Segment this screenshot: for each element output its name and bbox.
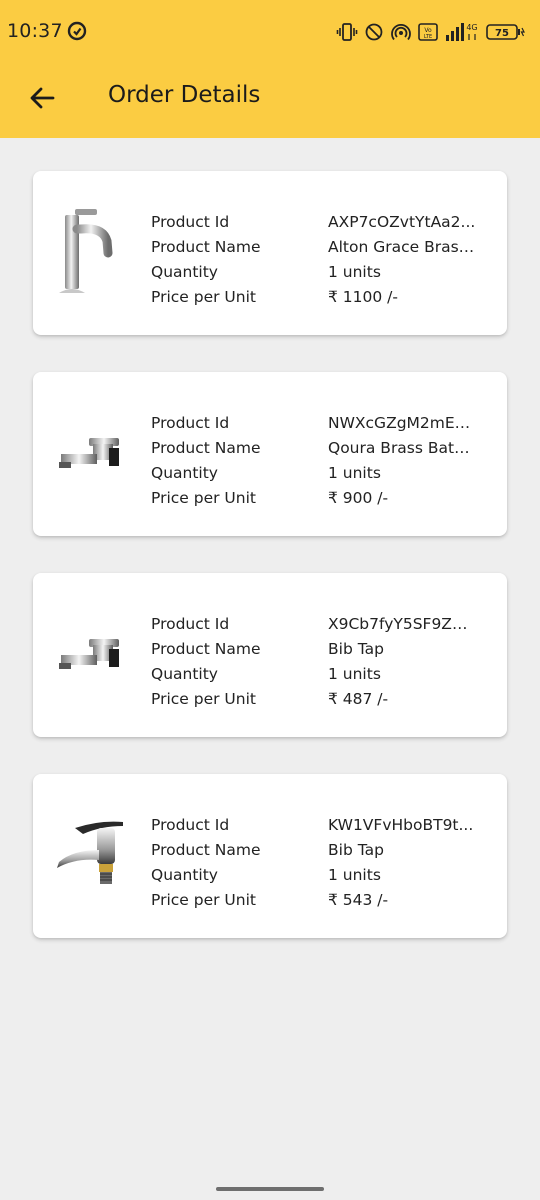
quantity-label: Quantity (151, 664, 218, 683)
svg-text:LTE: LTE (424, 34, 432, 40)
price-label: Price per Unit (151, 287, 256, 306)
do-not-disturb-icon (365, 23, 383, 41)
quantity-label: Quantity (151, 262, 218, 281)
product-name-row: Product Name Qoura Brass Bathr... (151, 435, 491, 460)
app-bar: Order Details (0, 60, 540, 138)
product-details: Product Id X9Cb7fyY5SF9ZN... Product Nam… (151, 611, 491, 711)
product-name-value: Qoura Brass Bathr... (328, 438, 478, 457)
product-name-label: Product Name (151, 438, 261, 457)
back-button[interactable] (22, 78, 62, 118)
quantity-value: 1 units (328, 262, 381, 281)
product-name-value: Bib Tap (328, 639, 384, 658)
price-row: Price per Unit ₹ 487 /- (151, 686, 491, 711)
product-id-label: Product Id (151, 212, 230, 231)
product-name-row: Product Name Bib Tap (151, 636, 491, 661)
bib-tap-square-icon (59, 438, 119, 468)
price-value: ₹ 487 /- (328, 689, 389, 708)
product-name-label: Product Name (151, 237, 261, 256)
price-row: Price per Unit ₹ 900 /- (151, 485, 491, 510)
product-name-row: Product Name Bib Tap (151, 837, 491, 862)
status-bar: 10:37 Vo LTE 4G 75 (0, 0, 540, 60)
quantity-label: Quantity (151, 865, 218, 884)
quantity-value: 1 units (328, 664, 381, 683)
product-image (53, 810, 129, 902)
product-id-row: Product Id NWXcGZgM2mEE... (151, 410, 491, 435)
quantity-value: 1 units (328, 463, 381, 482)
tall-faucet-icon (59, 209, 113, 293)
product-name-row: Product Name Alton Grace Brass... (151, 234, 491, 259)
network-type: 4G (466, 23, 477, 32)
arrow-left-icon (30, 87, 55, 109)
product-id-row: Product Id KW1VFvHboBT9t... (151, 812, 491, 837)
product-details: Product Id KW1VFvHboBT9t... Product Name… (151, 812, 491, 912)
status-icons: Vo LTE 4G 75 (336, 20, 526, 44)
product-id-row: Product Id X9Cb7fyY5SF9ZN... (151, 611, 491, 636)
product-name-value: Alton Grace Brass... (328, 237, 478, 256)
price-label: Price per Unit (151, 890, 256, 909)
quantity-row: Quantity 1 units (151, 661, 491, 686)
order-card[interactable]: Product Id NWXcGZgM2mEE... Product Name … (33, 372, 507, 536)
battery-icon: 75 (486, 24, 525, 40)
order-card[interactable]: Product Id X9Cb7fyY5SF9ZN... Product Nam… (33, 573, 507, 737)
bib-tap-square-icon (59, 639, 119, 669)
quantity-row: Quantity 1 units (151, 862, 491, 887)
quantity-label: Quantity (151, 463, 218, 482)
product-id-value: AXP7cOZvtYtAa2... (328, 212, 476, 231)
vibrate-icon (336, 23, 358, 41)
product-name-value: Bib Tap (328, 840, 384, 859)
product-id-value: KW1VFvHboBT9t... (328, 815, 474, 834)
product-id-row: Product Id AXP7cOZvtYtAa2... (151, 209, 491, 234)
price-row: Price per Unit ₹ 1100 /- (151, 284, 491, 309)
product-image (53, 609, 129, 701)
quantity-value: 1 units (328, 865, 381, 884)
battery-level: 75 (495, 28, 509, 39)
product-id-label: Product Id (151, 413, 230, 432)
price-row: Price per Unit ₹ 543 /- (151, 887, 491, 912)
svg-text:Vo: Vo (424, 27, 432, 34)
hotspot-icon (391, 24, 411, 41)
product-details: Product Id AXP7cOZvtYtAa2... Product Nam… (151, 209, 491, 309)
volte-icon: Vo LTE (418, 23, 438, 41)
gesture-nav-handle[interactable] (216, 1187, 324, 1191)
status-time: 10:37 (7, 20, 63, 42)
bib-tap-lever-icon (57, 821, 123, 884)
signal-icon: 4G (446, 23, 478, 41)
product-id-value: NWXcGZgM2mEE... (328, 413, 478, 432)
product-id-label: Product Id (151, 815, 230, 834)
order-card[interactable]: Product Id KW1VFvHboBT9t... Product Name… (33, 774, 507, 938)
order-card[interactable]: Product Id AXP7cOZvtYtAa2... Product Nam… (33, 171, 507, 335)
product-id-label: Product Id (151, 614, 230, 633)
product-image (53, 207, 129, 299)
page-title: Order Details (108, 82, 261, 108)
order-list: Product Id AXP7cOZvtYtAa2... Product Nam… (33, 171, 507, 975)
quantity-row: Quantity 1 units (151, 259, 491, 284)
price-value: ₹ 1100 /- (328, 287, 398, 306)
price-value: ₹ 900 /- (328, 488, 389, 507)
price-label: Price per Unit (151, 488, 256, 507)
quantity-row: Quantity 1 units (151, 460, 491, 485)
product-image (53, 408, 129, 500)
notification-app-icon (67, 21, 87, 41)
price-value: ₹ 543 /- (328, 890, 389, 909)
price-label: Price per Unit (151, 689, 256, 708)
product-id-value: X9Cb7fyY5SF9ZN... (328, 614, 478, 633)
product-details: Product Id NWXcGZgM2mEE... Product Name … (151, 410, 491, 510)
product-name-label: Product Name (151, 840, 261, 859)
product-name-label: Product Name (151, 639, 261, 658)
